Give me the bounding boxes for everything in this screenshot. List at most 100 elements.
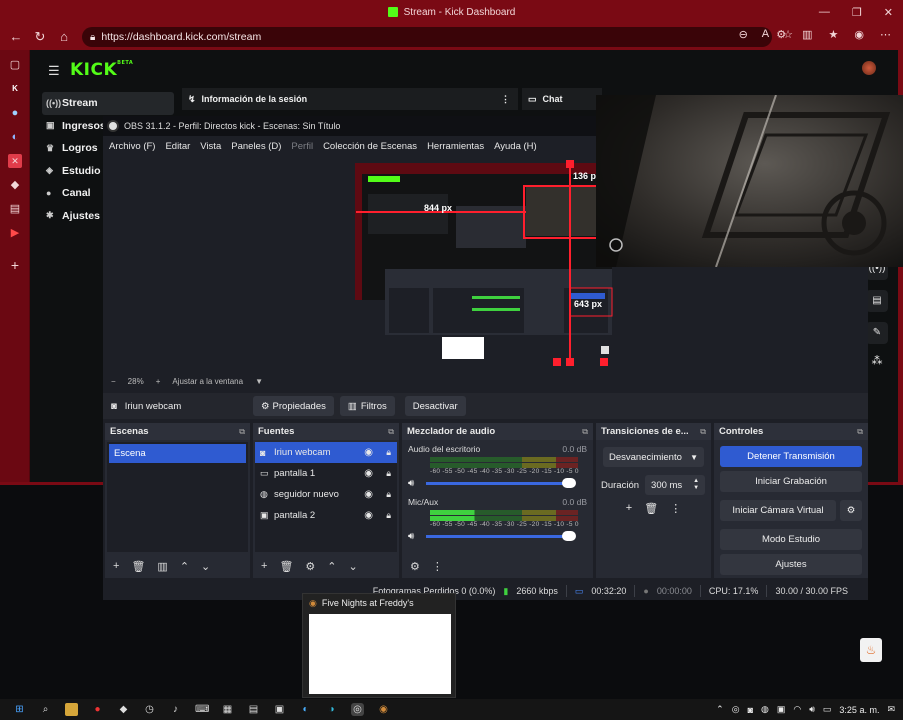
virtual-cam-settings-icon[interactable]: ⚙	[840, 500, 862, 521]
source-item[interactable]: ◍ seguidor nuevo ◉ 🔒︎	[255, 484, 397, 505]
volume-slider-handle[interactable]	[562, 530, 576, 541]
tiktok-icon[interactable]: ♪	[169, 703, 182, 716]
steam-tray-icon[interactable]: ◍	[761, 704, 769, 715]
chevron-down-icon[interactable]: ⌄	[201, 560, 210, 573]
document-tab-icon[interactable]: ▤	[8, 202, 22, 216]
notifications-icon[interactable]: ✉	[887, 704, 895, 715]
address-bar[interactable]: 🔒︎ https://dashboard.kick.com/stream	[82, 27, 772, 47]
volume-icon[interactable]: 🔊︎	[809, 704, 815, 715]
deactivate-button[interactable]: Desactivar	[404, 396, 466, 416]
speaker-icon[interactable]: 🔊︎	[408, 478, 426, 489]
scene-item[interactable]: Escena	[109, 444, 246, 463]
stop-stream-button[interactable]: Detener Transmisión	[720, 446, 862, 467]
gear-icon[interactable]: ⚙	[305, 560, 315, 573]
transition-select[interactable]: Desvanecimiento ▼	[603, 447, 704, 467]
battery-icon[interactable]: ▭	[823, 704, 832, 715]
menu-icon[interactable]: ☰	[48, 63, 60, 79]
layers-icon[interactable]: ▤	[866, 290, 888, 312]
more-icon[interactable]: ⋮	[670, 502, 681, 515]
chevron-up-icon[interactable]: ⌃	[716, 704, 724, 715]
lock-icon[interactable]: 🔒︎	[386, 468, 391, 479]
muted-tab-icon[interactable]: ✕	[8, 154, 22, 168]
media-icon[interactable]: ▣	[273, 703, 286, 716]
app-tray-icon[interactable]: ▣	[777, 704, 786, 715]
source-item[interactable]: ◙ Iriun webcam ◉ 🔒︎	[255, 442, 397, 463]
add-icon[interactable]: +	[626, 502, 632, 515]
taskbar-window-preview[interactable]: ◉ Five Nights at Freddy's	[302, 593, 456, 698]
menu-paneles[interactable]: Paneles (D)	[231, 141, 281, 152]
chevron-up-icon[interactable]: ⌃	[327, 560, 336, 573]
minimize-icon[interactable]: —	[819, 6, 830, 18]
lock-icon[interactable]: 🔒︎	[386, 510, 391, 521]
fnaf-taskbar-icon[interactable]: ◉	[377, 703, 390, 716]
read-aloud-icon[interactable]: A	[762, 28, 769, 41]
zoom-out-button[interactable]: −	[111, 377, 116, 386]
obs-taskbar-icon[interactable]: ◎	[351, 703, 364, 716]
menu-editar[interactable]: Editar	[165, 141, 190, 152]
edge-icon[interactable]: ◐	[299, 703, 312, 716]
youtube-tab-icon[interactable]: ▶	[8, 226, 22, 240]
sidebar-item-stream[interactable]: ((•)) Stream	[42, 92, 174, 115]
lock-icon[interactable]: 🔒︎	[386, 489, 391, 500]
menu-perfil[interactable]: Perfil	[291, 141, 313, 152]
zoom-icon[interactable]: ⊖	[739, 28, 748, 41]
menu-coleccion-escenas[interactable]: Colección de Escenas	[323, 141, 417, 152]
filter-icon[interactable]: ▥	[157, 560, 167, 573]
more-icon[interactable]: ⋯	[880, 28, 891, 41]
connections-icon[interactable]: ⁂	[866, 354, 888, 367]
menu-ayuda[interactable]: Ayuda (H)	[494, 141, 537, 152]
favorites-icon[interactable]: ★	[829, 28, 839, 41]
tools-icon[interactable]: ✎	[866, 322, 888, 344]
trash-icon[interactable]: 🗑︎	[644, 502, 658, 515]
start-recording-button[interactable]: Iniciar Grabación	[720, 471, 862, 492]
undock-icon[interactable]: ⧉	[582, 427, 588, 437]
zoom-in-button[interactable]: +	[156, 377, 161, 386]
kick-logo[interactable]: KICKBETA	[70, 60, 133, 80]
volume-slider-handle[interactable]	[562, 477, 576, 488]
studio-mode-button[interactable]: Modo Estudio	[720, 529, 862, 550]
back-icon[interactable]: ←	[8, 29, 24, 45]
close-icon[interactable]: ✕	[884, 6, 893, 19]
trash-icon[interactable]: 🗑︎	[279, 560, 293, 573]
undock-icon[interactable]: ⧉	[388, 427, 394, 437]
fit-to-window[interactable]: Ajustar a la ventana	[172, 377, 243, 386]
source-item[interactable]: ▭ pantalla 1 ◉ 🔒︎	[255, 463, 397, 484]
file-explorer-icon[interactable]	[65, 703, 78, 716]
start-icon[interactable]: ⊞	[13, 703, 26, 716]
app-red-icon[interactable]: ●	[91, 703, 104, 716]
properties-button[interactable]: ⚙ Propiedades	[253, 396, 334, 416]
menu-archivo[interactable]: Archivo (F)	[109, 141, 155, 152]
speaker-icon[interactable]: 🔊︎	[408, 531, 426, 542]
kick-tab-icon[interactable]: K	[8, 82, 22, 96]
refresh-icon[interactable]: ↻	[32, 29, 48, 45]
panel-menu-icon[interactable]: ⋮	[501, 94, 510, 105]
chevron-down-icon[interactable]: ▼	[255, 377, 263, 386]
document-icon[interactable]: ▤	[247, 703, 260, 716]
clock[interactable]: 3:25 a. m.	[839, 705, 879, 715]
volume-slider[interactable]	[426, 477, 576, 488]
avatar[interactable]	[862, 61, 876, 75]
edge-tab-icon[interactable]: ●	[8, 106, 22, 120]
undock-icon[interactable]: ⧉	[239, 427, 245, 437]
filters-button[interactable]: ▥ Filtros	[339, 396, 395, 416]
source-item[interactable]: ▣ pantalla 2 ◉ 🔒︎	[255, 505, 397, 526]
profile-icon[interactable]: ◉	[854, 28, 864, 41]
undock-icon[interactable]: ⧉	[700, 427, 706, 437]
camera-tray-icon[interactable]: ◙	[748, 705, 753, 715]
add-icon[interactable]: +	[113, 560, 119, 572]
lock-icon[interactable]: 🔒︎	[386, 447, 391, 458]
menu-vista[interactable]: Vista	[200, 141, 221, 152]
keyboard-icon[interactable]: ⌨	[195, 703, 209, 716]
trash-icon[interactable]: 🗑︎	[131, 560, 145, 573]
browser-tab-icon[interactable]: ◐	[8, 130, 22, 144]
undock-icon[interactable]: ⧉	[857, 427, 863, 437]
app-icon[interactable]: ◆	[117, 703, 130, 716]
app-tab-icon[interactable]: ◆	[8, 178, 22, 192]
eye-icon[interactable]: ◉	[364, 447, 373, 458]
add-icon[interactable]: +	[261, 560, 267, 572]
menu-herramientas[interactable]: Herramientas	[427, 141, 484, 152]
mixer-settings-icon[interactable]: ⚙	[410, 560, 420, 573]
chevron-up-icon[interactable]: ⌃	[180, 560, 189, 573]
eye-icon[interactable]: ◉	[364, 510, 373, 521]
more-icon[interactable]: ⋮	[432, 560, 443, 573]
